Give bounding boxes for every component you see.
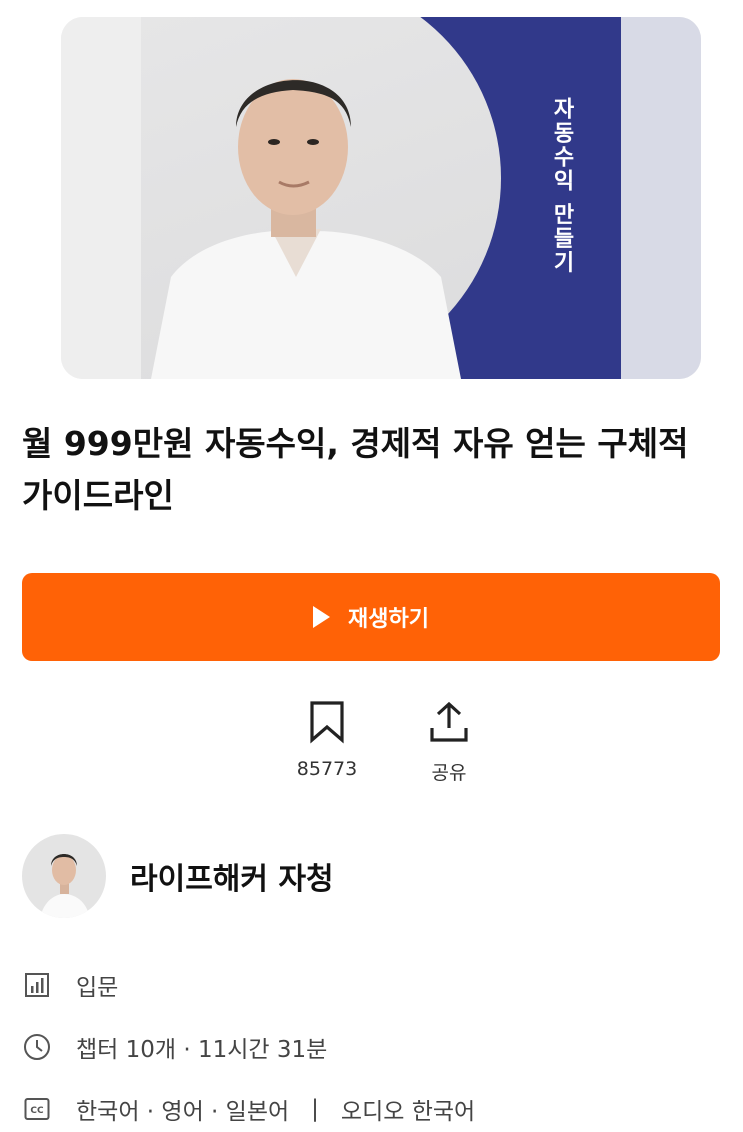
- course-title: 월 999만원 자동수익, 경제적 자유 얻는 구체적 가이드라인: [22, 424, 689, 515]
- meta-divider: |: [311, 1096, 319, 1122]
- play-button[interactable]: 재생하기: [22, 573, 720, 661]
- hero-blue-panel: 자동수익 만들기: [141, 17, 621, 379]
- audio-language: 오디오 한국어: [340, 1099, 476, 1125]
- instructor-photo: [141, 17, 501, 379]
- share-label: 공유: [431, 762, 467, 784]
- share-icon: [430, 701, 468, 742]
- author-name: 라이프해커 자청: [130, 862, 334, 897]
- svg-text:CC: CC: [30, 1106, 44, 1116]
- clock-icon: [22, 1032, 52, 1062]
- language-row: CC 한국어 · 영어 · 일본어 | 오디오 한국어: [22, 1092, 475, 1126]
- author-row[interactable]: 라이프해커 자청: [22, 834, 334, 918]
- play-button-label: 재생하기: [348, 607, 429, 632]
- level-chart-icon: [22, 970, 52, 1000]
- bookmark-count: 85773: [296, 758, 358, 780]
- hero-vertical-title: 자동수익 만들기: [549, 97, 574, 275]
- subtitle-languages: 한국어 · 영어 · 일본어: [76, 1099, 290, 1125]
- duration-text: 챕터 10개 · 11시간 31분: [76, 1037, 328, 1063]
- closed-caption-icon: CC: [22, 1094, 52, 1124]
- level-row: 입문: [22, 968, 118, 1002]
- play-icon: [313, 606, 331, 628]
- author-avatar[interactable]: [22, 834, 106, 918]
- bookmark-icon: [310, 701, 344, 744]
- level-text: 입문: [76, 975, 119, 1001]
- share-button[interactable]: 공유: [404, 700, 494, 785]
- duration-row: 챕터 10개 · 11시간 31분: [22, 1030, 327, 1064]
- course-hero-image: 자동수익 만들기: [61, 17, 701, 379]
- hero-right-edge: [621, 17, 701, 379]
- instructor-figure: [151, 79, 461, 379]
- bookmark-button[interactable]: 85773: [282, 700, 372, 780]
- hero-left-edge: [61, 17, 141, 379]
